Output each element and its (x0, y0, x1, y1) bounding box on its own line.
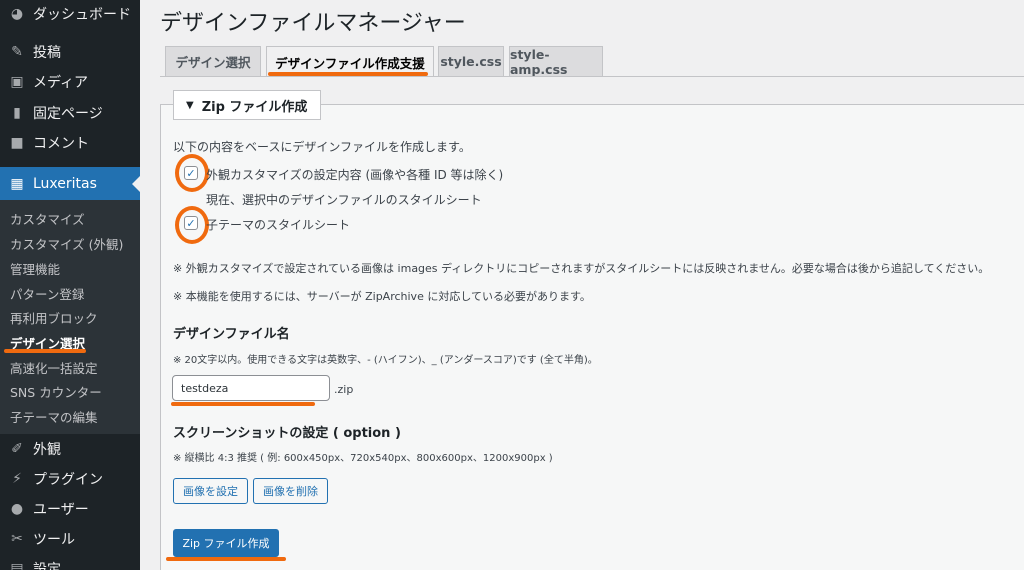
note-ziparchive: ※ 本機能を使用するには、サーバーが ZipArchive に対応している必要が… (173, 290, 591, 303)
menu-label: Luxeritas (33, 175, 97, 192)
legend-label: Zip ファイル作成 (201, 99, 308, 115)
menu-appearance[interactable]: ✐ 外観 (0, 434, 140, 464)
menu-settings[interactable]: ▤ 設定 (0, 554, 140, 570)
screenshot-note: ※ 縦横比 4:3 推奨 ( 例: 600x450px、720x540px、80… (173, 453, 553, 464)
annotation-circle (175, 206, 209, 244)
wrench-icon: ✂ (11, 531, 23, 547)
menu-pages[interactable]: ▮ 固定ページ (0, 98, 140, 128)
tab-style-amp-css[interactable]: style-amp.css (509, 46, 603, 77)
menu-label: ツール (33, 532, 75, 548)
menu-label: ダッシュボード (33, 7, 131, 23)
user-icon: ● (10, 501, 24, 517)
set-image-button[interactable]: 画像を設定 (173, 478, 248, 504)
intro-text: 以下の内容をベースにデザインファイルを作成します。 (173, 140, 471, 154)
menu-label: ユーザー (33, 502, 89, 518)
delete-image-button[interactable]: 画像を削除 (253, 478, 328, 504)
note-images: ※ 外観カスタマイズで設定されている画像は images ディレクトリにコピーさ… (173, 262, 990, 275)
comment-icon: ■ (10, 135, 24, 151)
admin-sidebar: ◕ ダッシュボード ✎ 投稿 ▣ メディア ▮ 固定ページ ■ コメント ▦ L… (0, 0, 140, 570)
brush-icon: ✐ (11, 441, 23, 457)
submenu-item-customize-appearance[interactable]: カスタマイズ (外観) (10, 234, 123, 253)
zip-panel-legend[interactable]: ▼ Zip ファイル作成 (173, 90, 321, 120)
pin-icon: ✎ (11, 44, 23, 60)
menu-label: コメント (33, 136, 89, 152)
tab-divider (160, 76, 1024, 77)
tab-style-css[interactable]: style.css (438, 46, 504, 76)
menu-label: 設定 (33, 562, 61, 570)
media-icon: ▣ (10, 74, 24, 90)
triangle-down-icon: ▼ (186, 99, 194, 111)
active-arrow-icon (132, 176, 140, 192)
checkbox-customize-label: 外観カスタマイズの設定内容 (画像や各種 ID 等は除く) (206, 168, 504, 182)
annotation-underline (166, 557, 286, 561)
submenu-item-speedup[interactable]: 高速化一括設定 (10, 358, 98, 377)
luxeritas-submenu: カスタマイズ カスタマイズ (外観) 管理機能 パターン登録 再利用ブロック デ… (0, 200, 140, 434)
design-file-name-heading: デザインファイル名 (173, 327, 290, 342)
zip-suffix: .zip (334, 383, 354, 396)
submenu-item-sns-counter[interactable]: SNS カウンター (10, 382, 102, 401)
menu-label: 外観 (33, 442, 61, 458)
menu-label: 投稿 (33, 45, 61, 61)
menu-luxeritas[interactable]: ▦ Luxeritas (0, 167, 140, 200)
checkbox-customize-sub: 現在、選択中のデザインファイルのスタイルシート (206, 193, 482, 207)
menu-comments[interactable]: ■ コメント (0, 128, 140, 158)
submenu-item-customize[interactable]: カスタマイズ (10, 209, 85, 228)
annotation-circle (175, 154, 209, 192)
menu-media[interactable]: ▣ メディア (0, 67, 140, 97)
menu-tools[interactable]: ✂ ツール (0, 524, 140, 554)
checkbox-child-theme-label: 子テーマのスタイルシート (206, 218, 351, 232)
submenu-item-child-theme-edit[interactable]: 子テーマの編集 (10, 407, 98, 426)
submenu-item-patterns[interactable]: パターン登録 (10, 284, 84, 303)
menu-plugins[interactable]: ⚡ プラグイン (0, 464, 140, 494)
menu-users[interactable]: ● ユーザー (0, 494, 140, 524)
menu-label: プラグイン (33, 472, 103, 488)
submenu-item-admin[interactable]: 管理機能 (10, 259, 60, 278)
luxeritas-icon: ▦ (10, 175, 24, 192)
page-title: デザインファイルマネージャー (160, 11, 466, 36)
page-icon: ▮ (13, 105, 21, 121)
menu-label: メディア (33, 75, 89, 91)
design-file-name-note: ※ 20文字以内。使用できる文字は英数字、- (ハイフン)、_ (アンダースコア… (173, 355, 598, 366)
design-file-name-input[interactable] (172, 375, 330, 401)
settings-icon: ▤ (10, 561, 24, 570)
menu-posts[interactable]: ✎ 投稿 (0, 37, 140, 67)
annotation-underline (171, 402, 315, 406)
zip-create-button[interactable]: Zip ファイル作成 (173, 529, 279, 557)
tab-design-select[interactable]: デザイン選択 (165, 46, 261, 76)
plugin-icon: ⚡ (12, 471, 22, 487)
menu-dashboard[interactable]: ◕ ダッシュボード (0, 0, 140, 28)
screenshot-heading: スクリーンショットの設定 ( option ) (173, 426, 401, 441)
dashboard-icon: ◕ (10, 6, 24, 22)
submenu-item-reusable-blocks[interactable]: 再利用ブロック (10, 308, 98, 327)
annotation-underline (4, 349, 86, 353)
annotation-underline (268, 72, 428, 76)
menu-label: 固定ページ (33, 106, 103, 122)
